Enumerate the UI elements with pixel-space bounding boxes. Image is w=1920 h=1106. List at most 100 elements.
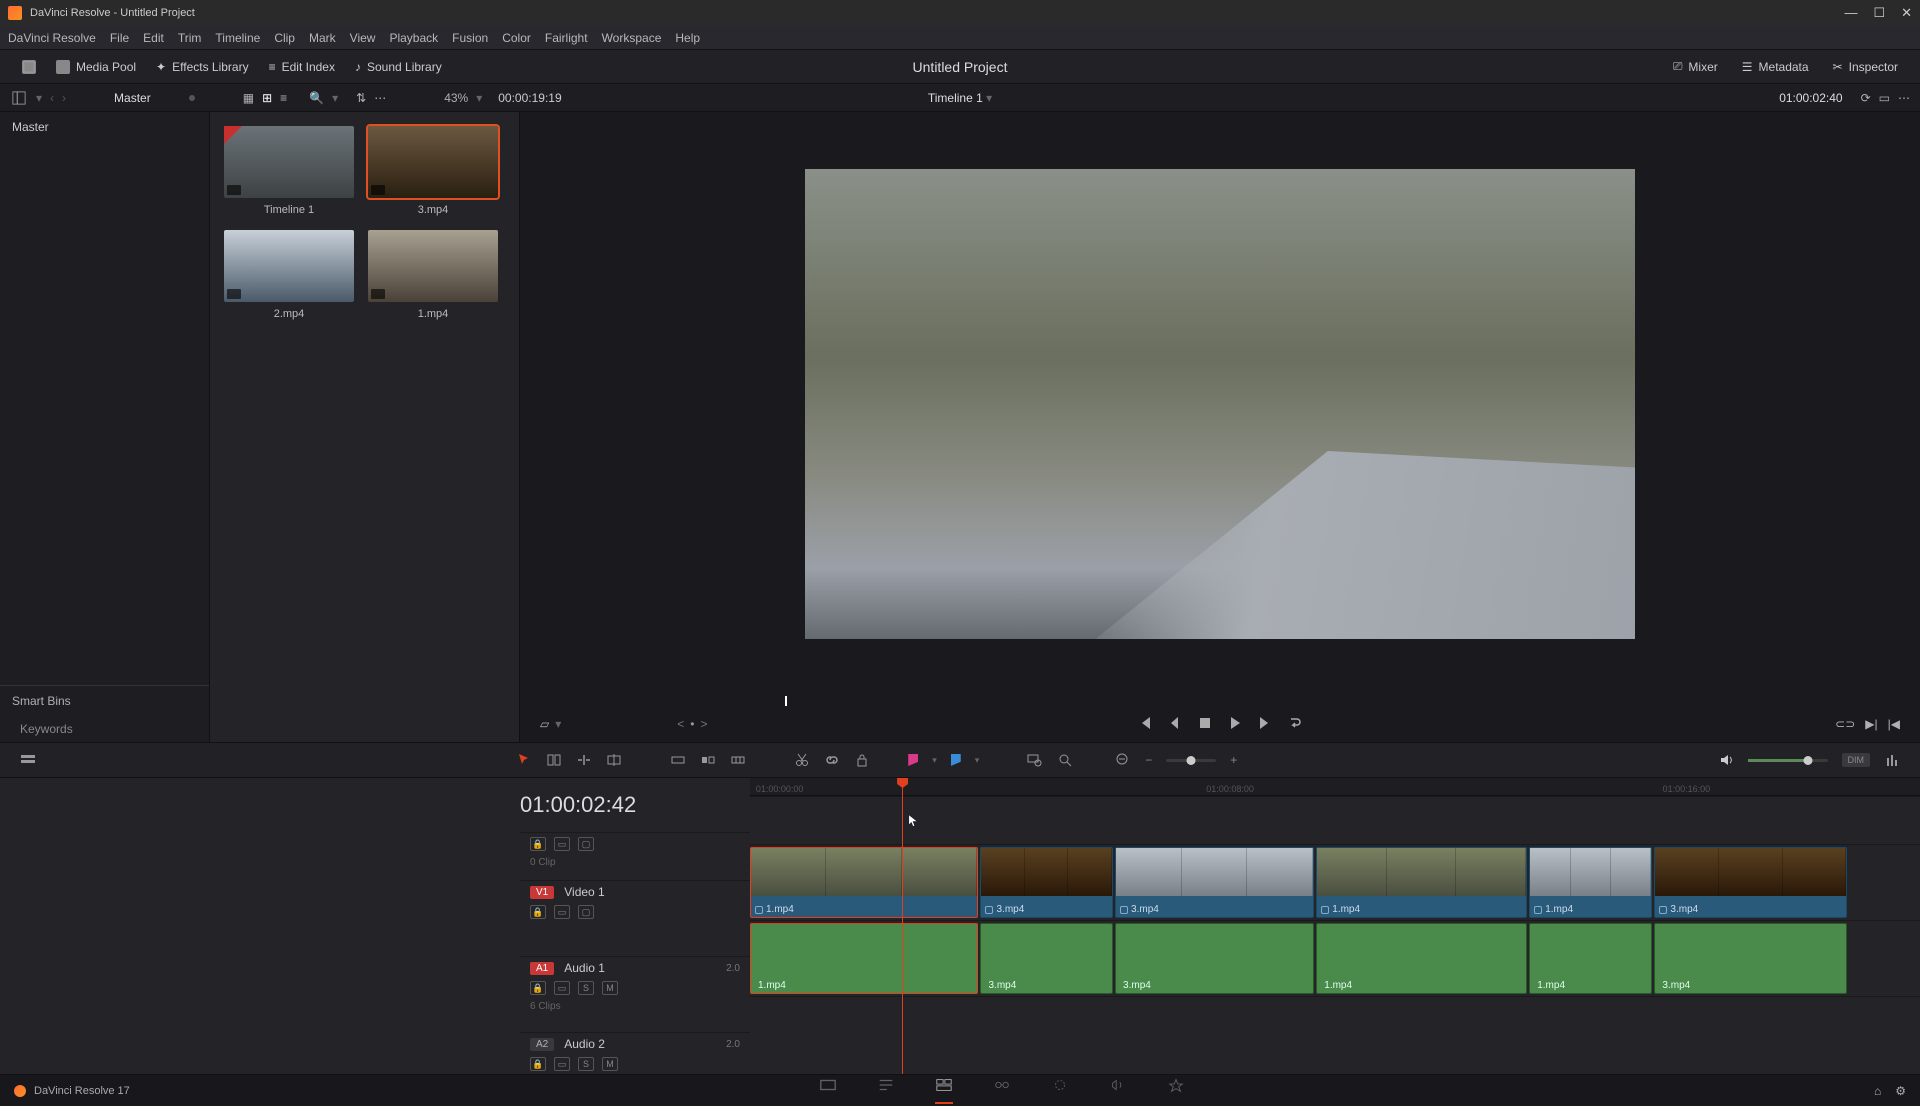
options-icon[interactable]: ⋯ bbox=[374, 91, 386, 105]
audio-clip[interactable]: 1.mp4 bbox=[750, 923, 978, 994]
home-icon[interactable]: ⌂ bbox=[1874, 1084, 1881, 1098]
thumb-view-icon[interactable]: ▦ bbox=[243, 91, 254, 105]
keywords-bin[interactable]: Keywords bbox=[0, 716, 209, 742]
video-clip[interactable]: 1.mp4 bbox=[1529, 847, 1652, 918]
track-header-a1[interactable]: A1Audio 12.0 🔒▭SM 6 Clips bbox=[520, 956, 750, 1032]
viewer-mode-icon[interactable]: ▱ bbox=[540, 717, 549, 731]
step-in-button[interactable]: |◀ bbox=[1888, 717, 1900, 731]
track-a2[interactable] bbox=[750, 996, 1920, 1044]
search-timeline[interactable] bbox=[1027, 752, 1043, 768]
audio-clip[interactable]: 1.mp4 bbox=[1529, 923, 1652, 994]
timeline-tracks-area[interactable]: 01:00:00:00 01:00:08:00 01:00:16:00 1.mp… bbox=[750, 778, 1920, 1074]
disable-icon[interactable]: ▢ bbox=[578, 837, 594, 851]
audio-clip[interactable]: 3.mp4 bbox=[980, 923, 1112, 994]
track-v2[interactable] bbox=[750, 796, 1920, 844]
lock-icon[interactable]: 🔒 bbox=[530, 981, 546, 995]
audio-clip[interactable]: 3.mp4 bbox=[1654, 923, 1847, 994]
auto-select-icon[interactable]: ▭ bbox=[554, 905, 570, 919]
zoom-to-fit[interactable] bbox=[1057, 752, 1073, 768]
marker-dot[interactable]: • bbox=[690, 717, 694, 731]
search-dropdown-icon[interactable]: ▾ bbox=[332, 91, 338, 105]
insert-clip-button[interactable] bbox=[670, 752, 686, 768]
menu-fairlight[interactable]: Fairlight bbox=[545, 31, 588, 45]
mute-button[interactable]: M bbox=[602, 981, 618, 995]
menu-file[interactable]: File bbox=[110, 31, 129, 45]
menu-help[interactable]: Help bbox=[675, 31, 700, 45]
single-viewer-icon[interactable]: ▭ bbox=[1879, 91, 1890, 105]
zoom-minus[interactable]: − bbox=[1145, 753, 1152, 767]
bypass-icon[interactable]: ⟳ bbox=[1861, 91, 1871, 105]
meters-icon[interactable] bbox=[1884, 752, 1900, 768]
menu-view[interactable]: View bbox=[350, 31, 376, 45]
preview-area[interactable] bbox=[520, 112, 1920, 696]
disable-icon[interactable]: ▢ bbox=[578, 905, 594, 919]
trim-tool[interactable] bbox=[546, 752, 562, 768]
scrubber-playhead[interactable] bbox=[785, 696, 787, 706]
audio-clip[interactable]: 3.mp4 bbox=[1115, 923, 1314, 994]
zoom-out[interactable] bbox=[1115, 752, 1131, 768]
minimize-button[interactable]: — bbox=[1844, 5, 1857, 21]
mute-button[interactable]: M bbox=[602, 1057, 618, 1071]
menu-fusion[interactable]: Fusion bbox=[452, 31, 488, 45]
prev-keyframe[interactable]: < bbox=[677, 717, 684, 731]
playhead[interactable] bbox=[902, 778, 903, 1074]
jump-last-button[interactable] bbox=[1257, 715, 1273, 734]
video-clip[interactable]: 3.mp4 bbox=[980, 847, 1112, 918]
nav-forward[interactable]: › bbox=[62, 91, 66, 105]
media-page-tab[interactable] bbox=[819, 1077, 837, 1104]
audio-clip[interactable]: 1.mp4 bbox=[1316, 923, 1527, 994]
timeline-ruler[interactable]: 01:00:00:00 01:00:08:00 01:00:16:00 bbox=[750, 778, 1920, 796]
sort-icon[interactable]: ⇅ bbox=[356, 91, 366, 105]
track-id-a1[interactable]: A1 bbox=[530, 962, 554, 975]
flag-blue-dropdown[interactable]: ▾ bbox=[975, 755, 980, 766]
loop-button[interactable] bbox=[1287, 715, 1303, 734]
link-toggle[interactable] bbox=[824, 752, 840, 768]
zoom-slider[interactable] bbox=[1166, 759, 1216, 762]
clip-3mp4[interactable]: 3.mp4 bbox=[368, 126, 498, 216]
menu-playback[interactable]: Playback bbox=[389, 31, 438, 45]
viewer-scrubber[interactable] bbox=[540, 696, 1900, 706]
grid-view-icon[interactable]: ⊞ bbox=[262, 91, 272, 105]
edit-page-tab[interactable] bbox=[935, 1077, 953, 1104]
selection-tool[interactable] bbox=[516, 752, 532, 768]
search-icon[interactable]: 🔍 bbox=[309, 91, 324, 105]
stop-button[interactable] bbox=[1197, 715, 1213, 734]
step-back-button[interactable] bbox=[1167, 715, 1183, 734]
match-frame-icon[interactable]: ⊂⊃ bbox=[1835, 717, 1855, 731]
position-lock-icon[interactable] bbox=[854, 752, 870, 768]
menu-edit[interactable]: Edit bbox=[143, 31, 164, 45]
viewer-mode-dropdown[interactable]: ▾ bbox=[555, 717, 561, 731]
expand-button[interactable] bbox=[12, 56, 46, 78]
clip-2mp4[interactable]: 2.mp4 bbox=[224, 230, 354, 320]
zoom-level[interactable]: 43% bbox=[444, 91, 468, 105]
clip-timeline1[interactable]: Timeline 1 bbox=[224, 126, 354, 216]
bin-path[interactable]: Master bbox=[114, 91, 151, 105]
fusion-page-tab[interactable] bbox=[993, 1077, 1011, 1104]
menu-mark[interactable]: Mark bbox=[309, 31, 336, 45]
track-header-v2[interactable]: 🔒▭▢ 0 Clip bbox=[520, 832, 750, 880]
menu-timeline[interactable]: Timeline bbox=[215, 31, 260, 45]
track-id-a2[interactable]: A2 bbox=[530, 1038, 554, 1051]
replace-clip-button[interactable] bbox=[730, 752, 746, 768]
bin-view-toggle[interactable] bbox=[10, 91, 28, 105]
clip-1mp4[interactable]: 1.mp4 bbox=[368, 230, 498, 320]
menu-workspace[interactable]: Workspace bbox=[602, 31, 662, 45]
video-clip[interactable]: 3.mp4 bbox=[1115, 847, 1314, 918]
effects-library-toggle[interactable]: ✦Effects Library bbox=[146, 56, 259, 78]
volume-icon[interactable] bbox=[1718, 752, 1734, 768]
menu-trim[interactable]: Trim bbox=[178, 31, 202, 45]
master-bin[interactable]: Master bbox=[0, 112, 209, 142]
step-out-button[interactable]: ▶| bbox=[1865, 717, 1877, 731]
flag-dropdown[interactable]: ▾ bbox=[932, 755, 937, 766]
menu-color[interactable]: Color bbox=[502, 31, 531, 45]
track-id-v1[interactable]: V1 bbox=[530, 886, 554, 899]
edit-index-toggle[interactable]: ≡Edit Index bbox=[259, 56, 345, 78]
volume-slider[interactable] bbox=[1748, 759, 1828, 762]
auto-select-icon[interactable]: ▭ bbox=[554, 837, 570, 851]
cut-page-tab[interactable] bbox=[877, 1077, 895, 1104]
inspector-toggle[interactable]: ✂Inspector bbox=[1823, 55, 1908, 78]
project-settings-icon[interactable]: ⚙ bbox=[1895, 1084, 1906, 1098]
mixer-toggle[interactable]: ⎚Mixer bbox=[1663, 55, 1728, 78]
video-clip[interactable]: 1.mp4 bbox=[750, 847, 978, 918]
track-header-a2[interactable]: A2Audio 22.0 🔒▭SM bbox=[520, 1032, 750, 1080]
